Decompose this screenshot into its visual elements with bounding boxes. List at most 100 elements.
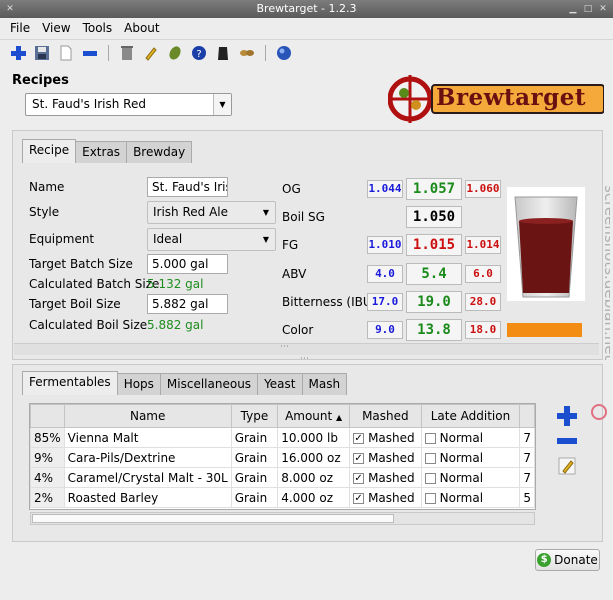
tab-hops[interactable]: Hops: [116, 373, 161, 395]
calc-batch-label: Calculated Batch Size: [29, 277, 160, 291]
pencil-icon[interactable]: [141, 43, 161, 63]
menu-file[interactable]: File: [4, 18, 36, 38]
extra-cell[interactable]: 5: [519, 487, 535, 508]
table-row[interactable]: 2% Roasted Barley Grain 4.000 oz ✓ Mashed…: [30, 487, 535, 508]
remove-fermentable-button[interactable]: [552, 429, 582, 453]
target-batch-field[interactable]: 5.000 gal: [147, 254, 228, 274]
late-addition-cell[interactable]: Normal: [420, 467, 521, 488]
add-fermentable-button[interactable]: [552, 404, 582, 428]
type-cell[interactable]: Grain: [230, 487, 279, 508]
pct-cell: 2%: [30, 487, 65, 508]
column-header-mashed[interactable]: Mashed: [349, 404, 422, 428]
mashed-checkbox[interactable]: ✓: [353, 492, 365, 504]
late-addition-checkbox[interactable]: [424, 432, 436, 444]
extra-cell[interactable]: 7: [519, 427, 535, 448]
hops-icon[interactable]: [165, 43, 185, 63]
window-title: Brewtarget - 1.2.3: [256, 2, 357, 15]
late-addition-cell[interactable]: Normal: [420, 447, 521, 468]
name-cell[interactable]: Caramel/Crystal Malt - 30L: [63, 467, 232, 488]
grain-icon[interactable]: [237, 43, 257, 63]
table-row[interactable]: 85% Vienna Malt Grain 10.000 lb ✓ Mashed …: [30, 427, 535, 448]
tab-mash[interactable]: Mash: [301, 373, 348, 395]
name-cell[interactable]: Roasted Barley: [63, 487, 232, 508]
target-boil-field[interactable]: 5.882 gal: [147, 294, 228, 314]
name-cell[interactable]: Cara-Pils/Dextrine: [63, 447, 232, 468]
late-addition-checkbox[interactable]: [424, 492, 436, 504]
column-header-name[interactable]: Name: [63, 404, 232, 428]
late-addition-label: Normal: [439, 450, 484, 465]
equipment-select[interactable]: Ideal ▼: [147, 228, 276, 251]
style-select-value: Irish Red Ale: [153, 205, 229, 219]
close-icon[interactable]: ✕: [597, 3, 609, 15]
mashed-cell[interactable]: ✓ Mashed: [349, 487, 422, 508]
ibu-value: 19.0: [406, 291, 462, 313]
remove-icon[interactable]: [80, 43, 100, 63]
table-horizontal-scrollbar[interactable]: [30, 512, 535, 525]
mashed-checkbox[interactable]: ✓: [353, 452, 365, 464]
name-field[interactable]: St. Faud's Irish Red: [147, 177, 228, 197]
abv-max: 6.0: [465, 265, 501, 283]
type-cell[interactable]: Grain: [230, 427, 279, 448]
maximize-icon[interactable]: □: [582, 3, 594, 15]
og-label: OG: [282, 182, 301, 196]
recipe-select[interactable]: St. Faud's Irish Red ▼: [25, 93, 232, 116]
new-recipe-icon[interactable]: [56, 43, 76, 63]
help-icon[interactable]: ?: [189, 43, 209, 63]
color-value: 13.8: [406, 319, 462, 341]
type-cell[interactable]: Grain: [230, 467, 279, 488]
amount-cell[interactable]: 10.000 lb: [277, 427, 351, 448]
style-select[interactable]: Irish Red Ale ▼: [147, 201, 276, 224]
yeast-icon[interactable]: [213, 43, 233, 63]
brewtarget-logo: Brewtarget: [387, 75, 605, 123]
column-header-pct[interactable]: [30, 404, 65, 428]
name-label: Name: [29, 180, 65, 194]
tab-brewday[interactable]: Brewday: [126, 141, 193, 163]
mashed-checkbox[interactable]: ✓: [353, 472, 365, 484]
column-header-amount[interactable]: Amount ▲: [277, 404, 351, 428]
column-header-type[interactable]: Type: [230, 404, 279, 428]
table-row[interactable]: 4% Caramel/Crystal Malt - 30L Grain 8.00…: [30, 467, 535, 488]
type-cell[interactable]: Grain: [230, 447, 279, 468]
extra-cell[interactable]: 7: [519, 467, 535, 488]
tab-recipe[interactable]: Recipe: [22, 139, 77, 163]
calc-batch-value: 5.132 gal: [147, 277, 204, 291]
menu-tools[interactable]: Tools: [77, 18, 119, 38]
amount-cell[interactable]: 4.000 oz: [277, 487, 351, 508]
tab-yeast[interactable]: Yeast: [257, 373, 303, 395]
edit-fermentable-button[interactable]: [552, 454, 582, 478]
amount-cell[interactable]: 8.000 oz: [277, 467, 351, 488]
column-header-late-addition[interactable]: Late Addition: [420, 404, 521, 428]
save-icon[interactable]: [32, 43, 52, 63]
extra-cell[interactable]: 7: [519, 447, 535, 468]
mashed-cell[interactable]: ✓ Mashed: [349, 447, 422, 468]
mashed-checkbox[interactable]: ✓: [353, 432, 365, 444]
name-cell[interactable]: Vienna Malt: [63, 427, 232, 448]
late-addition-label: Normal: [439, 490, 484, 505]
late-addition-cell[interactable]: Normal: [420, 427, 521, 448]
amount-cell[interactable]: 16.000 oz: [277, 447, 351, 468]
scrollbar-thumb[interactable]: [32, 514, 394, 523]
mashed-cell[interactable]: ✓ Mashed: [349, 427, 422, 448]
table-row[interactable]: 9% Cara-Pils/Dextrine Grain 16.000 oz ✓ M…: [30, 447, 535, 468]
menu-view[interactable]: View: [36, 18, 76, 38]
late-addition-cell[interactable]: Normal: [420, 487, 521, 508]
recipes-label: Recipes: [12, 73, 69, 88]
mashed-cell[interactable]: ✓ Mashed: [349, 467, 422, 488]
window-menu-icon[interactable]: ✕: [4, 3, 16, 15]
tab-fermentables[interactable]: Fermentables: [22, 371, 118, 395]
late-addition-checkbox[interactable]: [424, 452, 436, 464]
tab-extras[interactable]: Extras: [75, 141, 128, 163]
minimize-icon[interactable]: ▁: [567, 3, 579, 15]
menu-about[interactable]: About: [118, 18, 165, 38]
style-label: Style: [29, 205, 60, 219]
add-icon[interactable]: [8, 43, 28, 63]
trash-icon[interactable]: [117, 43, 137, 63]
svg-text:screenshots.debian.net: screenshots.debian.net: [601, 185, 610, 360]
late-addition-checkbox[interactable]: [424, 472, 436, 484]
globe-icon[interactable]: [274, 43, 294, 63]
mashed-label: Mashed: [368, 430, 415, 445]
donate-button[interactable]: $ Donate: [535, 549, 600, 571]
tab-miscellaneous[interactable]: Miscellaneous: [159, 373, 259, 395]
equipment-label: Equipment: [29, 232, 95, 246]
column-header-extra[interactable]: [519, 404, 535, 428]
